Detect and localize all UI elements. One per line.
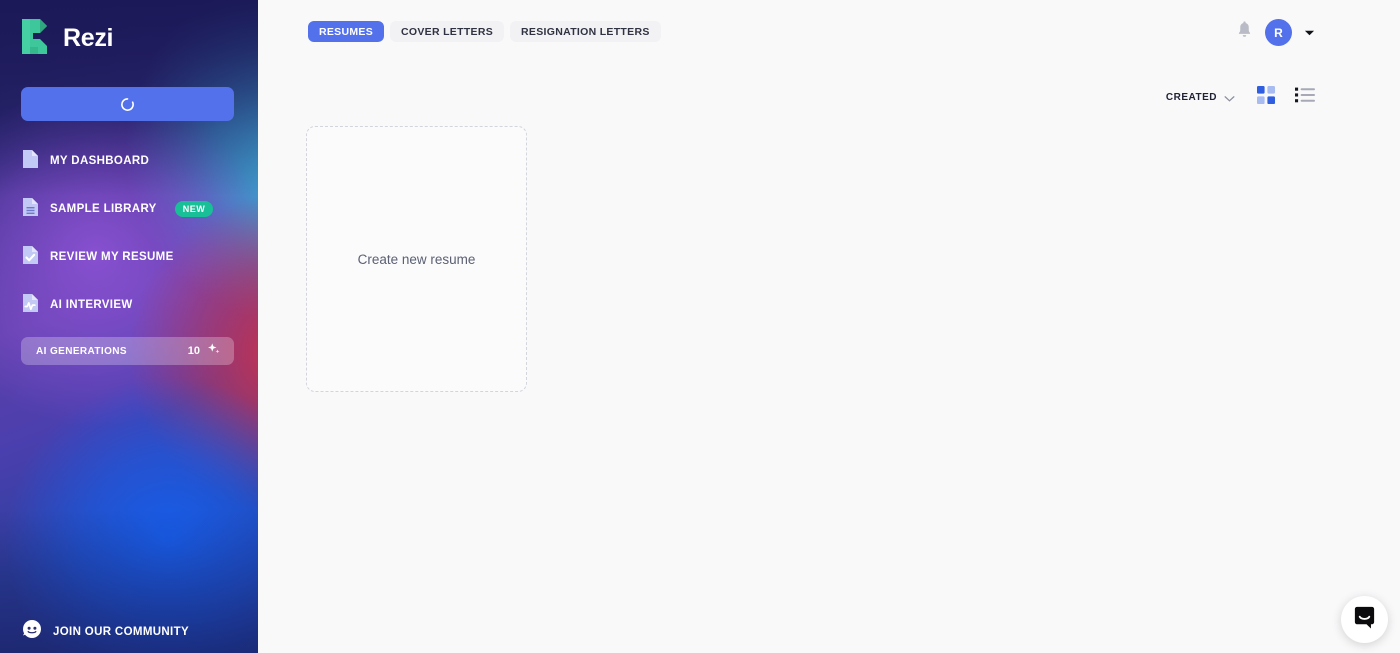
sidebar-item-review-my-resume[interactable]: REVIEW MY RESUME	[0, 240, 258, 274]
tab-cover-letters[interactable]: COVER LETTERS	[390, 21, 505, 42]
ai-generations-count: 10	[187, 345, 200, 357]
sidebar-item-label: REVIEW MY RESUME	[50, 251, 174, 263]
sidebar: Rezi MY DASHBOARD SAMPLE LIBRARY NEW REV…	[0, 0, 258, 653]
ai-generations-right: 10	[188, 342, 221, 361]
rezi-r-logo-icon	[20, 16, 54, 61]
document-type-tabs: RESUMES COVER LETTERS RESIGNATION LETTER…	[308, 21, 661, 42]
chevron-down-icon	[1224, 89, 1235, 107]
join-community-label: JOIN OUR COMMUNITY	[53, 625, 189, 638]
list-toolbar: CREATED	[1166, 86, 1315, 109]
app-root: Rezi MY DASHBOARD SAMPLE LIBRARY NEW REV…	[0, 0, 1400, 653]
document-lines-icon	[22, 197, 39, 222]
header-actions: R	[1236, 19, 1315, 46]
document-waveform-icon	[22, 293, 39, 318]
document-check-icon	[22, 245, 39, 270]
loading-spinner-icon	[120, 97, 135, 112]
tab-resumes[interactable]: RESUMES	[308, 21, 385, 42]
reddit-icon	[22, 619, 42, 644]
ai-generations-pill[interactable]: AI GENERATIONS 10	[21, 337, 234, 365]
document-icon	[22, 149, 39, 174]
create-new-resume-label: Create new resume	[357, 251, 476, 267]
chevron-down-icon[interactable]	[1304, 24, 1315, 42]
main-content: RESUMES COVER LETTERS RESIGNATION LETTER…	[258, 0, 1400, 653]
sparkle-icon	[207, 342, 221, 361]
status-badge-new: NEW	[174, 201, 214, 217]
app-logo-text: Rezi	[63, 24, 114, 52]
sidebar-item-ai-interview[interactable]: AI INTERVIEW	[0, 288, 258, 322]
sidebar-item-label: AI INTERVIEW	[50, 299, 133, 311]
sidebar-item-label: MY DASHBOARD	[50, 155, 150, 167]
sort-dropdown[interactable]: CREATED	[1166, 89, 1235, 107]
sidebar-item-sample-library[interactable]: SAMPLE LIBRARY NEW	[0, 192, 258, 226]
view-toggle-group	[1257, 86, 1315, 109]
sidebar-content: Rezi MY DASHBOARD SAMPLE LIBRARY NEW REV…	[0, 0, 258, 653]
new-resume-button[interactable]	[21, 87, 234, 121]
sort-dropdown-label: CREATED	[1165, 92, 1217, 103]
list-view-icon[interactable]	[1295, 87, 1315, 108]
tab-resignation-letters[interactable]: RESIGNATION LETTERS	[510, 21, 661, 42]
grid-view-icon[interactable]	[1257, 86, 1275, 109]
avatar[interactable]: R	[1265, 19, 1292, 46]
top-header: RESUMES COVER LETTERS RESIGNATION LETTER…	[258, 0, 1400, 62]
join-community-link[interactable]: JOIN OUR COMMUNITY	[22, 619, 189, 644]
ai-generations-label: AI GENERATIONS	[36, 345, 127, 357]
resume-card-grid: Create new resume	[306, 126, 527, 392]
sidebar-item-label: SAMPLE LIBRARY	[50, 203, 157, 215]
sidebar-nav: MY DASHBOARD SAMPLE LIBRARY NEW REVIEW M…	[0, 144, 258, 336]
chat-bubble-icon	[1352, 605, 1377, 635]
create-new-resume-card[interactable]: Create new resume	[306, 126, 527, 392]
chat-launcher-button[interactable]	[1341, 596, 1388, 643]
sidebar-item-my-dashboard[interactable]: MY DASHBOARD	[0, 144, 258, 178]
bell-icon[interactable]	[1236, 20, 1253, 45]
app-logo[interactable]: Rezi	[20, 16, 114, 61]
